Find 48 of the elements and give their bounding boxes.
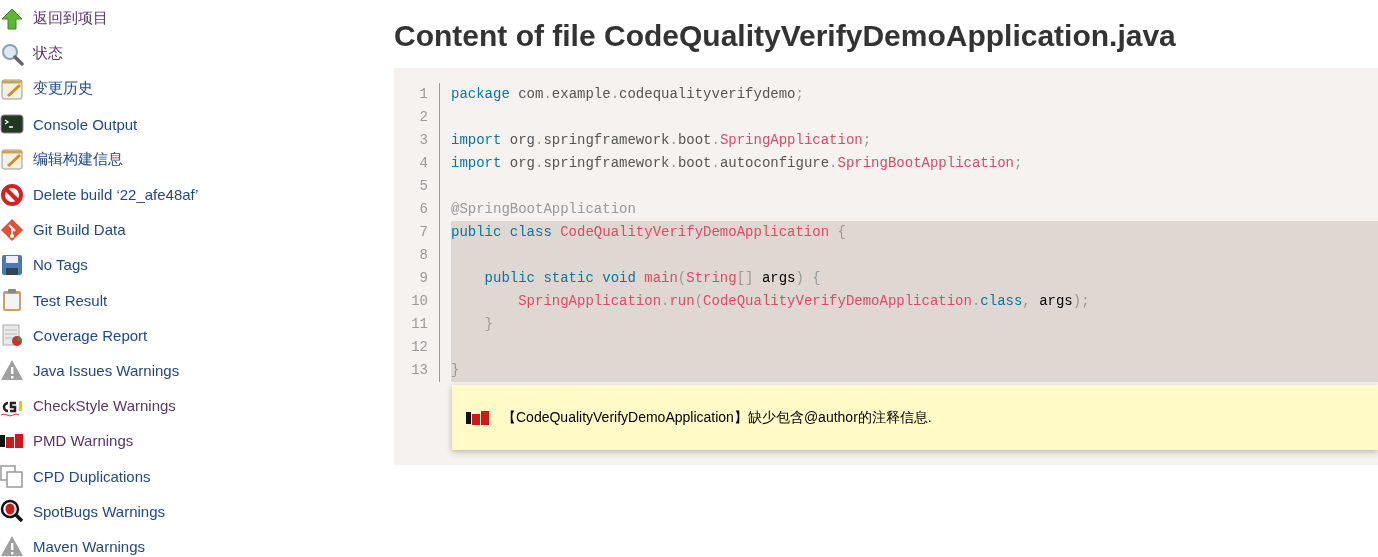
notepad-icon (0, 147, 24, 172)
warning-icon (0, 358, 24, 383)
sidebar-link[interactable]: CheckStyle Warnings (33, 388, 176, 424)
code-line: package com.example.codequalityverifydemo; (451, 85, 805, 104)
sidebar-link[interactable]: PMD Warnings (33, 423, 134, 459)
sidebar-link[interactable]: 状态 (33, 36, 63, 72)
sidebar-link[interactable]: Coverage Report (33, 317, 148, 353)
sidebar-link[interactable]: Maven Warnings (33, 528, 145, 557)
code-line: import org.springframework.boot.SpringApplication; (451, 131, 873, 150)
sidebar-link[interactable]: Test Result (33, 282, 108, 318)
magnifier-icon (0, 41, 24, 66)
page-title: Content of file CodeQualityVerifyDemoApplication.java (394, 18, 1177, 54)
line-number: 1 (418, 85, 428, 104)
sidebar-link[interactable]: Java Issues Warnings (33, 352, 180, 389)
line-number: 10 (410, 292, 428, 311)
terminal-icon (0, 112, 24, 137)
sidebar-link[interactable]: CPD Duplications (33, 458, 151, 494)
warning-message: 【CodeQualityVerifyDemoApplication】缺少包含@author的注释信息. (502, 408, 932, 427)
prohibited-icon (0, 182, 24, 207)
line-number: 9 (418, 269, 428, 288)
code-line: @SpringBootApplication (451, 200, 637, 219)
line-number: 8 (418, 246, 428, 265)
code-line: import org.springframework.boot.autoconfigure.SpringBootApplication; (451, 154, 1024, 173)
sidebar-link[interactable]: Git Build Data (33, 212, 126, 248)
line-number: 2 (418, 108, 428, 127)
line-number: 4 (418, 154, 428, 173)
sidebar-link[interactable]: 返回到项目 (33, 1, 108, 37)
sidebar-link[interactable]: 编辑构建信息 (33, 141, 123, 177)
line-number: 7 (418, 223, 428, 242)
clipboard-icon (0, 288, 24, 313)
sidebar-link[interactable]: 变更历史 (33, 71, 93, 107)
sidebar-link[interactable]: Console Output (33, 106, 138, 142)
line-number: 13 (410, 361, 428, 380)
line-number: 3 (418, 131, 428, 150)
bug-magnifier-icon (0, 499, 24, 524)
notepad-icon (0, 76, 24, 101)
sidebar-link[interactable]: Delete build ‘22_afe48af’ (33, 176, 199, 213)
git-icon (0, 217, 24, 242)
copies-icon (0, 464, 24, 489)
line-number: 11 (410, 315, 428, 334)
sidebar-link[interactable]: No Tags (33, 247, 88, 283)
line-number: 12 (410, 338, 428, 357)
line-number: 5 (418, 177, 428, 196)
up-arrow-icon (0, 6, 24, 31)
sidebar-link[interactable]: SpotBugs Warnings (33, 493, 165, 529)
report-chart-icon (0, 323, 24, 348)
line-number: 6 (418, 200, 428, 219)
warning-icon (0, 534, 24, 557)
